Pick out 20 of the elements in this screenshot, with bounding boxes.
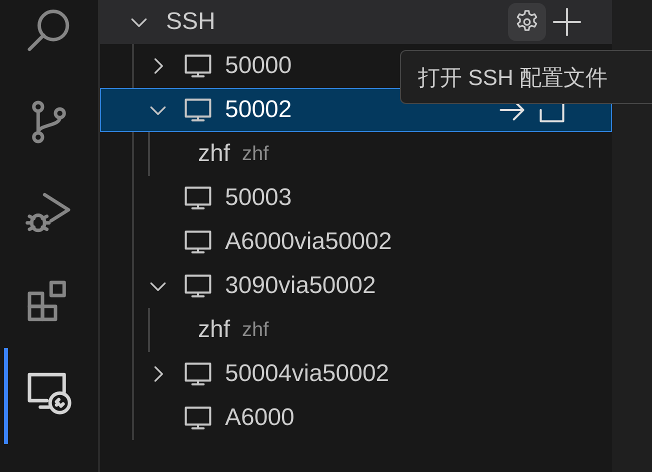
section-header[interactable]: SSH — [100, 0, 612, 44]
user-label[interactable]: zhf — [198, 136, 230, 172]
host-label: 50004via50002 — [225, 359, 390, 389]
add-icon[interactable] — [552, 7, 582, 37]
host-label: 50002 — [225, 95, 292, 125]
host-label: A6000 — [225, 403, 294, 433]
user-description: zhf — [242, 142, 269, 167]
user-label[interactable]: zhf — [198, 312, 230, 348]
settings-button[interactable] — [508, 3, 546, 41]
host-row[interactable]: 3090via50002 — [100, 264, 612, 308]
section-title: SSH — [166, 7, 216, 37]
host-label: 50000 — [225, 51, 292, 81]
host-row[interactable]: 50004via50002 — [100, 352, 612, 396]
host-row[interactable]: A6000via50002 — [100, 220, 612, 264]
host-label: A6000via50002 — [225, 227, 392, 257]
host-label: 3090via50002 — [225, 271, 376, 301]
host-label: 50003 — [225, 183, 292, 213]
host-row[interactable]: 50003 — [100, 176, 612, 220]
host-row[interactable]: A6000 — [100, 396, 612, 440]
user-description: zhf — [242, 318, 269, 343]
